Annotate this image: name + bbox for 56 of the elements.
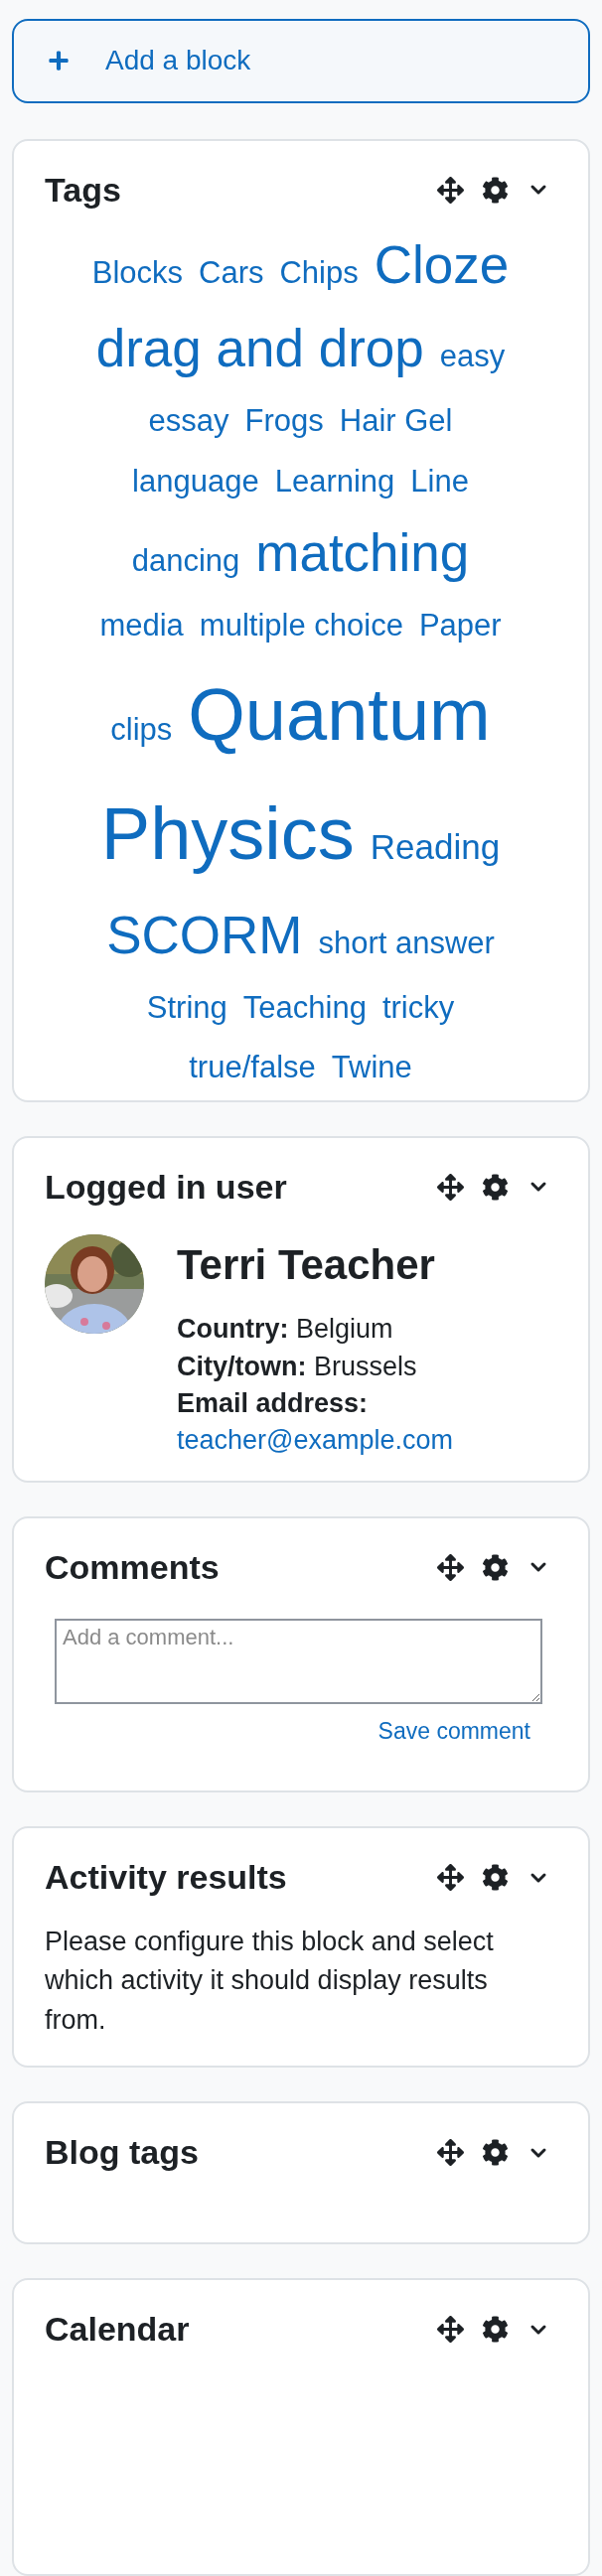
profile-field: City/town: Brussels (177, 1348, 454, 1385)
tag-link[interactable]: Twine (331, 1038, 412, 1098)
block-title: Comments (45, 1547, 220, 1587)
plus-icon (48, 50, 70, 72)
profile-field: Country: Belgium (177, 1311, 454, 1349)
tag-link[interactable]: Chips (279, 242, 359, 304)
tag-link[interactable]: media (99, 595, 184, 656)
tag-link[interactable]: tricky (381, 977, 455, 1039)
tag-link[interactable]: multiple choice (199, 595, 403, 656)
tag-link[interactable]: short answer (318, 914, 495, 974)
block-title: Calendar (45, 2310, 190, 2349)
block-title: Blog tags (45, 2133, 199, 2172)
tag-link[interactable]: String (146, 977, 227, 1039)
tag-link[interactable]: Quantum (188, 655, 491, 776)
field-label: Email address: (177, 1386, 370, 1420)
comment-field[interactable]: Add a comment... (55, 1618, 542, 1704)
tag-link[interactable]: drag and drop (95, 307, 424, 392)
tag-link[interactable]: Physics (100, 775, 355, 895)
move-icon[interactable] (437, 1864, 464, 1892)
move-icon[interactable] (437, 176, 464, 204)
block-title: Tags (45, 170, 121, 210)
tag-link[interactable]: Cars (199, 242, 264, 304)
tag-link[interactable]: Reading (370, 816, 501, 878)
tag-link[interactable]: Learning (274, 451, 395, 512)
tag-link[interactable]: Blocks (91, 242, 184, 304)
settings-icon[interactable] (482, 1553, 509, 1581)
move-icon[interactable] (437, 2139, 464, 2166)
move-icon[interactable] (437, 1553, 464, 1581)
tag-link[interactable]: matching (255, 511, 470, 596)
settings-icon[interactable] (482, 176, 509, 204)
tag-link[interactable]: Cloze (374, 222, 510, 308)
settings-icon[interactable] (482, 1173, 509, 1201)
tag-link[interactable]: Hair Gel (339, 391, 453, 452)
move-icon[interactable] (437, 1173, 464, 1201)
tag-link[interactable]: true/false (189, 1038, 316, 1098)
tag-link[interactable]: Paper (418, 595, 502, 656)
user-name: Terri Teacher (177, 1239, 436, 1290)
block-message: Please configure this block and select which activity it should display results from. (45, 1926, 495, 2037)
tag-link[interactable]: clips (110, 700, 173, 761)
settings-icon[interactable] (482, 1864, 509, 1892)
tag-link[interactable]: Teaching (242, 977, 367, 1039)
tag-link[interactable]: language (132, 451, 259, 512)
block-title: Logged in user (45, 1167, 287, 1207)
email-link[interactable]: teacher@example.com (177, 1422, 454, 1460)
tag-link[interactable]: Frogs (244, 391, 324, 452)
settings-icon[interactable] (482, 2316, 509, 2343)
tag-link[interactable]: Line (410, 451, 469, 512)
add-block-button[interactable]: Add a block (12, 19, 590, 103)
save-comment-link[interactable]: Save comment (377, 1717, 530, 1745)
block-title: Activity results (45, 1858, 287, 1898)
move-icon[interactable] (437, 2316, 464, 2343)
tag-link[interactable]: essay (148, 391, 229, 452)
settings-icon[interactable] (482, 2139, 509, 2166)
tag-link[interactable]: easy (439, 327, 506, 387)
tag-link[interactable]: dancing (131, 531, 240, 592)
tag-link[interactable]: SCORM (106, 894, 303, 978)
